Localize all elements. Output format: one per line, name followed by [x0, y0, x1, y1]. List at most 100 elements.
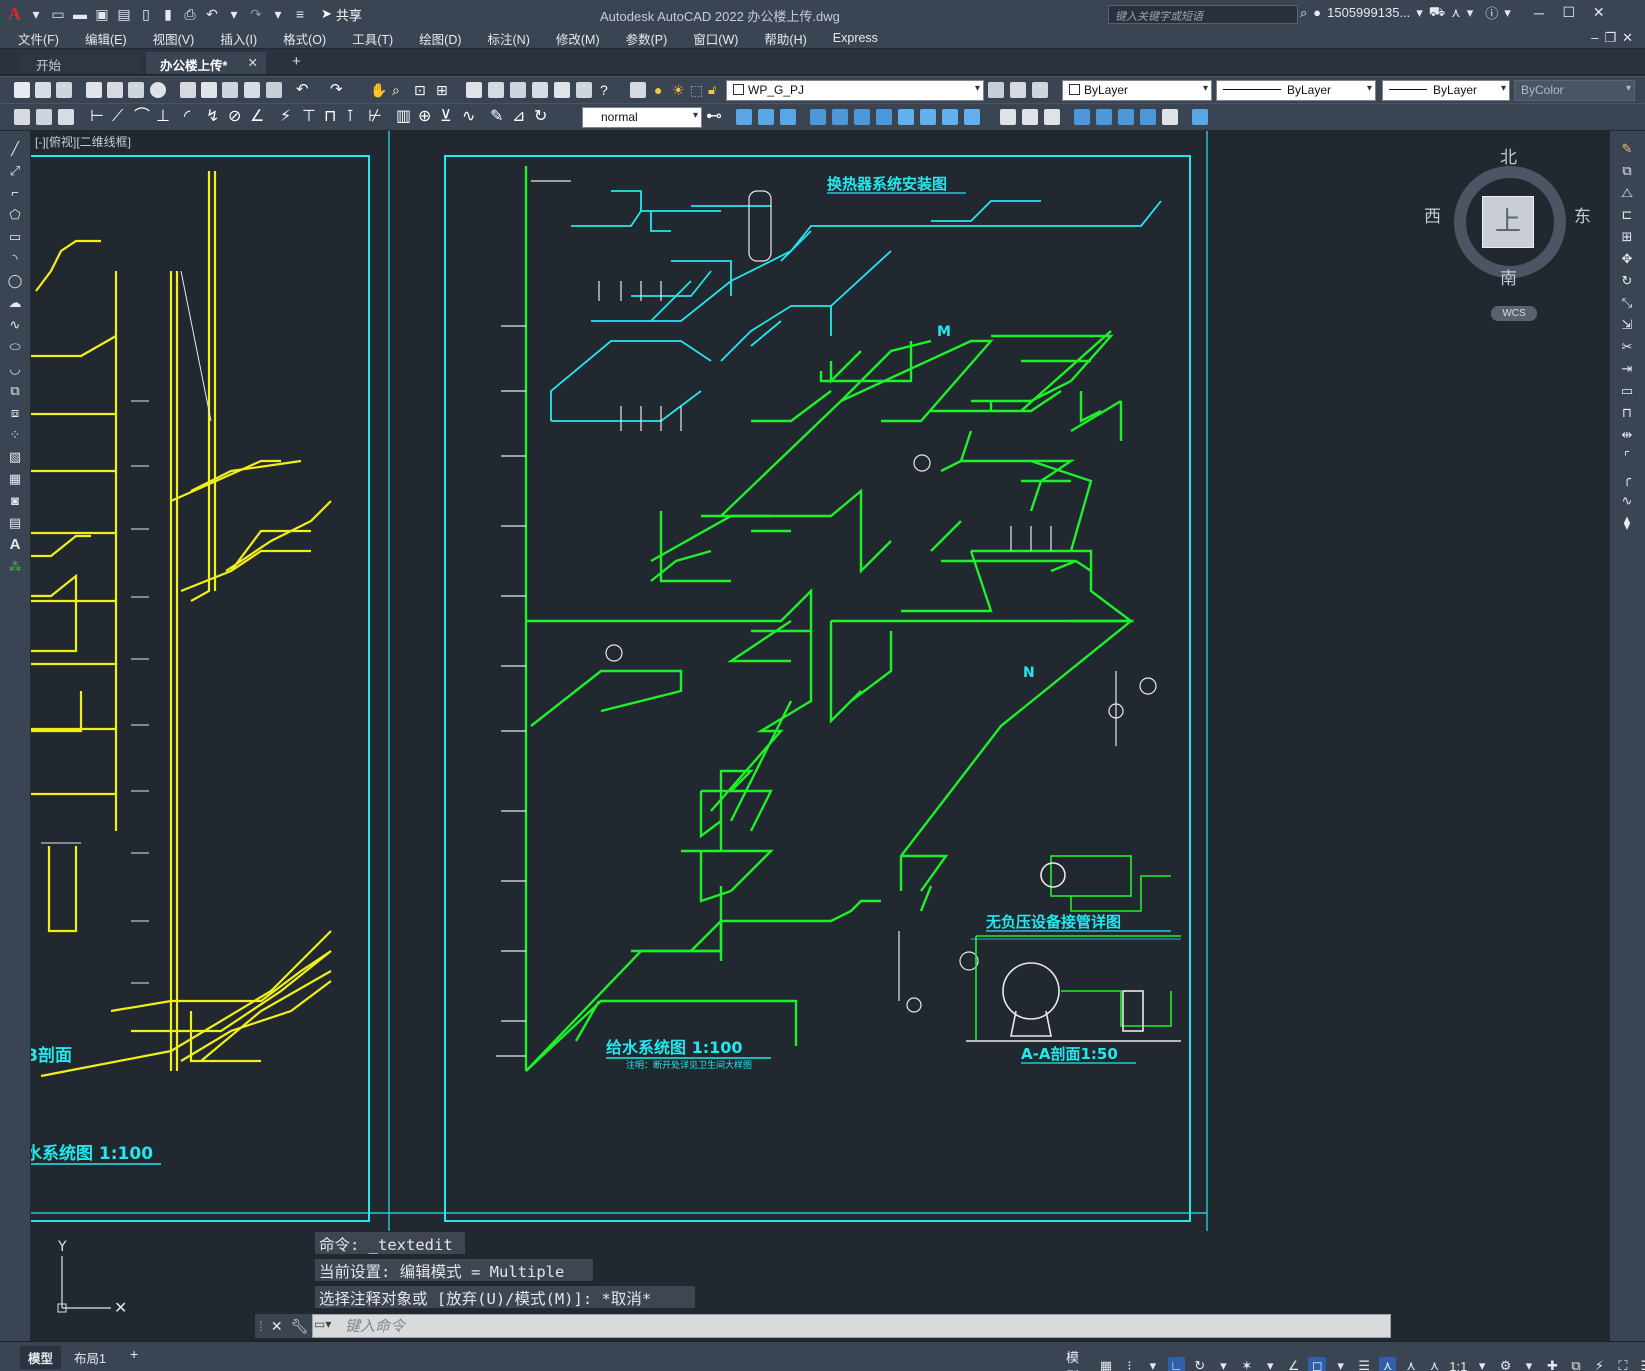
extend-icon[interactable]: ⇥	[1619, 361, 1635, 377]
dropdown-icon[interactable]: ▾	[267, 4, 289, 24]
cart-icon[interactable]: ⛟	[1429, 4, 1445, 22]
redo-icon[interactable]: ↷	[245, 4, 267, 24]
ordinate-icon[interactable]: ⊥	[156, 109, 172, 125]
circle-icon[interactable]: ◯	[7, 273, 23, 289]
save-icon[interactable]: ▣	[91, 4, 113, 24]
user-name[interactable]: 1505999135...	[1327, 5, 1410, 20]
menu-express[interactable]: Express	[833, 31, 878, 45]
lineweight-select[interactable]: ByLayer ▾	[1382, 80, 1510, 101]
drawing-area[interactable]: B剖面 水系统图 1:100 水系统图 1:100	[31, 131, 1610, 1341]
aligned-dim-icon[interactable]: ⟋	[112, 109, 128, 125]
plus-icon[interactable]: ✚	[1544, 1357, 1561, 1371]
app-menu-button[interactable]: A	[8, 4, 21, 25]
linetype-select[interactable]: ByLayer ▾	[1216, 80, 1376, 101]
construction-line-icon[interactable]: ⤢	[7, 163, 23, 179]
dim-edit-icon[interactable]: ✎	[490, 109, 506, 125]
pan-icon[interactable]: ✋	[370, 82, 387, 98]
auto-scale-icon[interactable]: ⋏	[1402, 1357, 1419, 1371]
save-icon[interactable]	[56, 82, 72, 98]
gear-icon[interactable]: ⚙	[1497, 1357, 1514, 1371]
dropdown-icon[interactable]: ▾	[1520, 1357, 1537, 1371]
dim-update-icon[interactable]: ↻	[534, 109, 550, 125]
publish-icon[interactable]	[128, 82, 144, 98]
3d-print-icon[interactable]	[150, 82, 166, 98]
viewport-controls[interactable]: [-][俯视][二维线框]	[35, 133, 131, 150]
offset-icon[interactable]: ⊏	[1619, 207, 1635, 223]
chamfer-icon[interactable]: ⌜	[1619, 449, 1635, 465]
calculator-icon[interactable]	[576, 82, 592, 98]
flatshot-icon[interactable]	[1162, 109, 1178, 125]
block-editor-icon[interactable]	[266, 82, 282, 98]
shell-icon[interactable]	[1000, 109, 1016, 125]
array-icon[interactable]: ⊞	[1619, 229, 1635, 245]
mtext-icon[interactable]: A	[7, 537, 23, 553]
dropdown-icon[interactable]: ▾	[1262, 1357, 1279, 1371]
close-icon[interactable]: ✕	[271, 1318, 283, 1335]
region-icon[interactable]: ◙	[7, 493, 23, 509]
imprint-icon[interactable]	[1118, 109, 1134, 125]
new-tab-button[interactable]: +	[278, 52, 301, 74]
polar-icon[interactable]: ↻	[1191, 1357, 1208, 1371]
union-icon[interactable]	[898, 109, 914, 125]
sheet-set-icon[interactable]	[532, 82, 548, 98]
menu-format[interactable]: 格式(O)	[283, 29, 326, 48]
model-space-toggle[interactable]: 模型	[1066, 1347, 1091, 1371]
fillet-icon[interactable]: ╭	[1619, 471, 1635, 487]
break-point-icon[interactable]: ▭	[1619, 383, 1635, 399]
autodesk-icon[interactable]: ⋏	[1451, 5, 1461, 21]
layer-tools-icon[interactable]	[58, 109, 74, 125]
grip-handle[interactable]: ⁞	[259, 1318, 263, 1334]
revcloud-icon[interactable]: ☁	[7, 295, 23, 311]
markup-icon[interactable]	[554, 82, 570, 98]
lineweight-icon[interactable]: ☰	[1355, 1357, 1372, 1371]
jogged-linear-icon[interactable]: ∿	[462, 109, 478, 125]
clean-screen-icon[interactable]: ⛶	[1614, 1357, 1631, 1371]
save-as-icon[interactable]: ▤	[113, 4, 135, 24]
search-input[interactable]: 键入关键字或短语	[1108, 5, 1298, 24]
annotation-scale-icon[interactable]: ⋏	[1426, 1357, 1443, 1371]
annotation-scale-value[interactable]: 1:1	[1449, 1359, 1467, 1371]
zoom-realtime-icon[interactable]: ⌕	[392, 82, 408, 98]
layout-tab-model[interactable]: 模型	[20, 1346, 62, 1369]
cut-icon[interactable]	[180, 82, 196, 98]
slice-icon[interactable]	[964, 109, 980, 125]
dropdown-icon[interactable]: ▾	[1473, 1357, 1490, 1371]
diameter-icon[interactable]: ⊘	[228, 109, 244, 125]
menu-tools[interactable]: 工具(T)	[352, 29, 393, 48]
lock-icon[interactable]: 🔓︎	[708, 82, 724, 98]
dropdown-icon[interactable]: ▾	[25, 4, 47, 24]
hardware-accel-icon[interactable]: ⚡	[1591, 1357, 1608, 1371]
scale-icon[interactable]: ⤡	[1619, 295, 1635, 311]
baseline-icon[interactable]: ⊤	[302, 109, 318, 125]
snap-icon[interactable]: ⁝	[1121, 1357, 1138, 1371]
dropdown-icon[interactable]: ▾	[1416, 5, 1423, 21]
space-icon[interactable]: ⊺	[346, 109, 362, 125]
trim-icon[interactable]: ✂	[1619, 339, 1635, 355]
plot-icon[interactable]	[86, 82, 102, 98]
dropdown-icon[interactable]: ▾	[1467, 5, 1474, 21]
command-input[interactable]	[345, 1316, 1385, 1336]
section-plane-icon[interactable]	[1140, 109, 1156, 125]
move-icon[interactable]: ✥	[1619, 251, 1635, 267]
open-icon[interactable]	[35, 82, 51, 98]
tool-palettes-icon[interactable]	[510, 82, 526, 98]
intersect-icon[interactable]	[942, 109, 958, 125]
compass-west[interactable]: 西	[1424, 202, 1441, 227]
workspace-icon[interactable]	[14, 109, 30, 125]
table-icon[interactable]: ▤	[7, 515, 23, 531]
menu-view[interactable]: 视图(V)	[153, 29, 195, 48]
stretch-icon[interactable]: ⇲	[1619, 317, 1635, 333]
plotstyle-select[interactable]: ByColor ▾	[1514, 80, 1635, 101]
layer-manager-icon[interactable]	[630, 82, 646, 98]
ellipse-arc-icon[interactable]: ◡	[7, 361, 23, 377]
isolate-icon[interactable]: ⧉	[1567, 1357, 1584, 1371]
osnap-icon[interactable]: ◻	[1308, 1357, 1326, 1371]
ortho-icon[interactable]: ∟	[1167, 1357, 1186, 1371]
tolerance-icon[interactable]: ▥	[396, 109, 412, 125]
zoom-previous-icon[interactable]: ⊞	[436, 82, 452, 98]
copy-icon[interactable]	[201, 82, 217, 98]
compass-north[interactable]: 北	[1500, 143, 1517, 168]
add-selected-icon[interactable]: ⁂	[7, 559, 23, 575]
loft-icon[interactable]	[876, 109, 892, 125]
grid-icon[interactable]: ▦	[1097, 1357, 1114, 1371]
